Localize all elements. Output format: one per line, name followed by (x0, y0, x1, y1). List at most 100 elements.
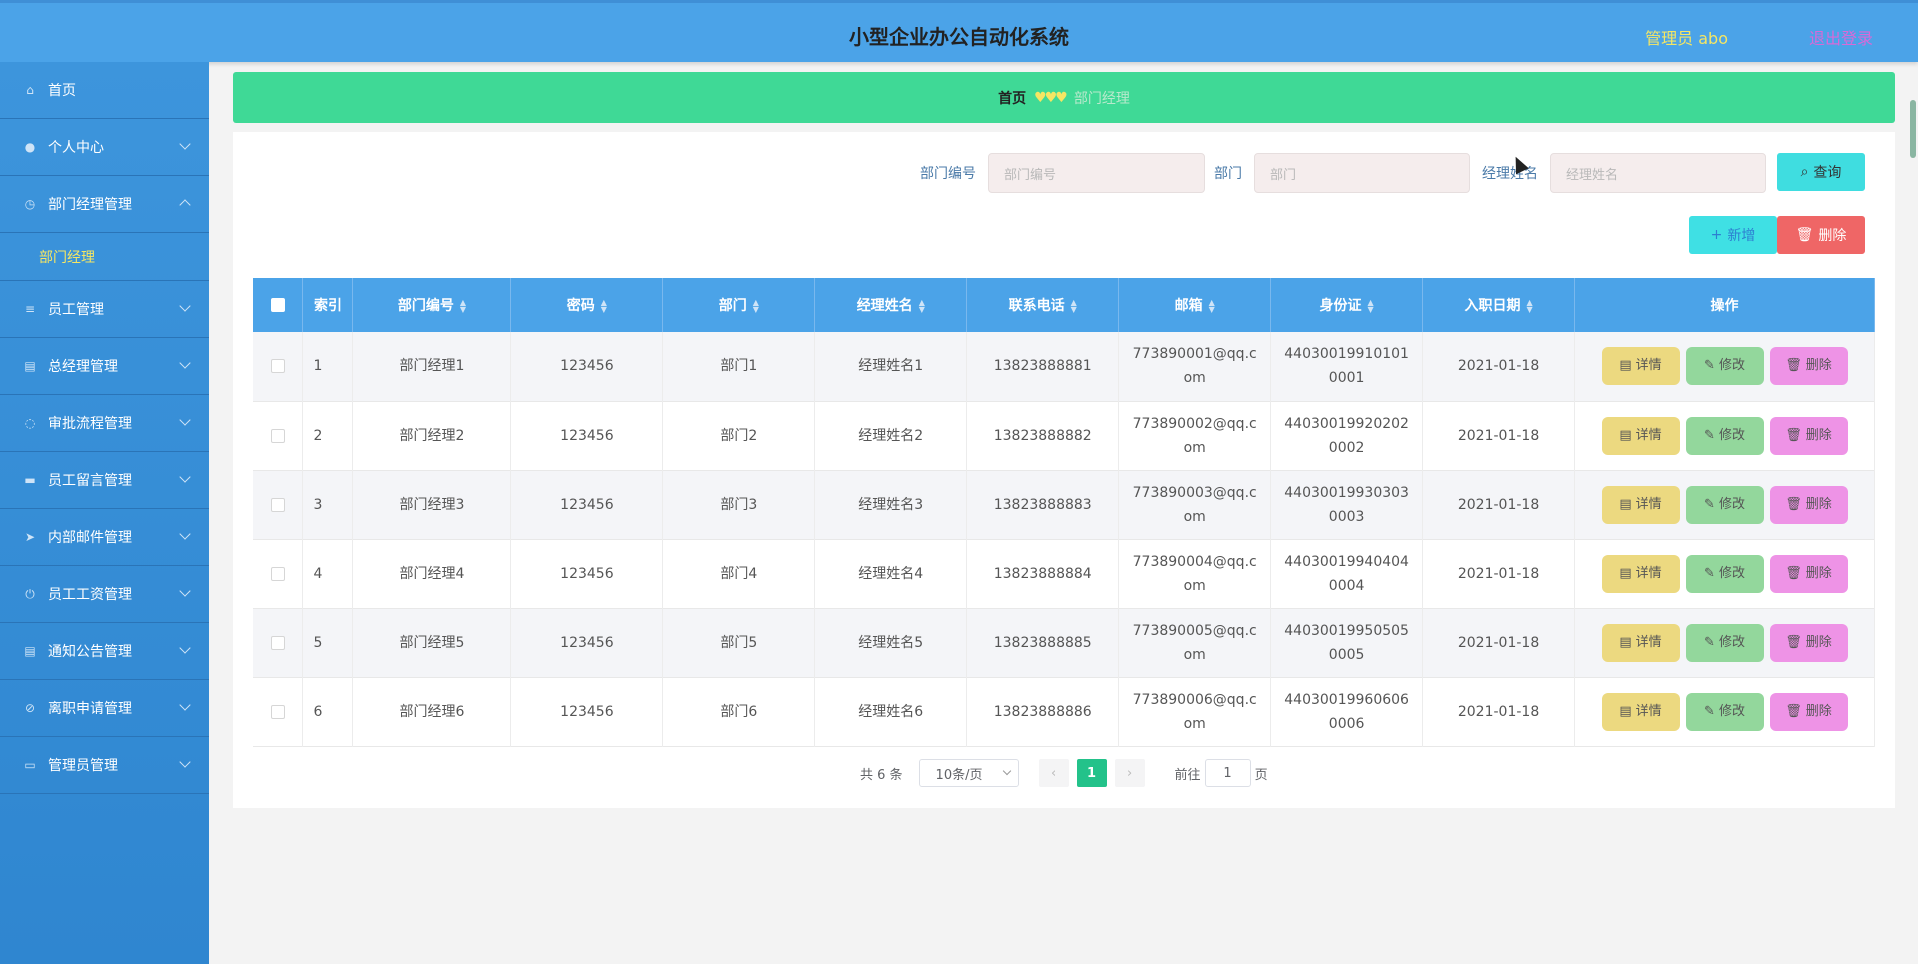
edit-button[interactable]: ✎ 修改 (1685, 485, 1764, 524)
detail-button[interactable]: ▤ 详情 (1601, 554, 1680, 593)
password-cell: 123456 (510, 401, 664, 470)
detail-button[interactable]: ▤ 详情 (1601, 416, 1680, 455)
query-button-label: 查询 (1813, 165, 1842, 181)
table-row: 4 部门经理4 123456 部门4 经理姓名4 13823888884 773890004… (253, 539, 1875, 608)
edit-button[interactable]: ✎ 修改 (1685, 692, 1764, 731)
sidebar-item[interactable]: ⌂ 首页 (0, 62, 209, 119)
logout-link[interactable]: 退出登录 (1809, 25, 1873, 49)
column-header-sortable[interactable]: 邮箱 ▲ ▼ (1118, 278, 1272, 332)
sidebar-item-label: 首页 (48, 83, 76, 99)
phone-cell: 13823888882 (966, 401, 1120, 470)
manager-input[interactable]: 经理姓名 (1550, 153, 1766, 193)
current-user: 管理员 abo (1645, 29, 1728, 48)
edit-button[interactable]: ✎ 修改 (1685, 554, 1764, 593)
page-size-select[interactable]: 10条/页 (918, 759, 1019, 787)
detail-button[interactable]: ▤ 详情 (1601, 485, 1680, 524)
sidebar-item[interactable]: ⊘ 离职申请管理 (0, 680, 209, 737)
detail-label: 详情 (1635, 565, 1662, 581)
sort-icon: ▲ ▼ (752, 298, 759, 314)
sidebar-subitem[interactable]: 部门经理 (0, 233, 209, 281)
sidebar-item-label: 内部邮件管理 (48, 530, 132, 546)
sidebar-item[interactable]: ⏻ 员工工资管理 (0, 566, 209, 623)
delete-button[interactable]: 🗑 删除 (1769, 485, 1848, 524)
sidebar-item[interactable]: ▭ 管理员管理 (0, 737, 209, 794)
column-header-sortable[interactable]: 密码 ▲ ▼ (510, 278, 664, 332)
column-header-sortable[interactable]: 身份证 ▲ ▼ (1270, 278, 1424, 332)
row-checkbox[interactable] (270, 428, 285, 443)
edit-button[interactable]: ✎ 修改 (1685, 347, 1764, 386)
column-header-label: 部门编号 (397, 298, 454, 314)
scrollbar-thumb[interactable] (1910, 100, 1916, 158)
actions-cell: ▤ 详情 ✎ 修改 🗑 删除 (1574, 401, 1875, 470)
column-header-sortable[interactable]: 入职日期 ▲ ▼ (1422, 278, 1576, 332)
chevron-down-icon (179, 357, 191, 369)
detail-button[interactable]: ▤ 详情 (1601, 692, 1680, 731)
pagination: 共 6 条 10条/页 ‹ 1 › 前往 1 页 (860, 759, 1268, 787)
delete-label: 删除 (1805, 703, 1832, 719)
sort-icon: ▲ ▼ (600, 298, 607, 314)
add-button[interactable]: + 新增 (1689, 216, 1777, 254)
sidebar-item[interactable]: ◌ 审批流程管理 (0, 395, 209, 452)
sidebar-item[interactable]: ➤ 内部邮件管理 (0, 509, 209, 566)
page-number-button[interactable]: 1 (1076, 759, 1107, 787)
index-cell: 6 (302, 677, 354, 746)
search-icon: ⌕ (1800, 164, 1809, 180)
column-header-label: 联系电话 (1008, 298, 1065, 314)
breadcrumb-home[interactable]: 首页 (998, 88, 1026, 108)
edit-button[interactable]: ✎ 修改 (1685, 416, 1764, 455)
column-header-sortable[interactable]: 联系电话 ▲ ▼ (966, 278, 1120, 332)
sidebar-item[interactable]: ▤ 总经理管理 (0, 338, 209, 395)
total-count: 共 6 条 (860, 767, 903, 783)
index-cell: 5 (302, 608, 354, 677)
goto-page-input[interactable]: 1 (1204, 759, 1251, 787)
date-cell: 2021-01-18 (1422, 401, 1576, 470)
pencil-icon: ✎ (1704, 703, 1715, 719)
delete-button[interactable]: 🗑 删除 (1769, 347, 1848, 386)
delete-button[interactable]: 🗑 删除 (1769, 623, 1848, 662)
row-checkbox[interactable] (270, 704, 285, 719)
delete-button[interactable]: 🗑 删除 (1769, 692, 1848, 731)
sidebar-item[interactable]: ▬ 员工留言管理 (0, 452, 209, 509)
column-header-sortable[interactable]: 部门编号 ▲ ▼ (352, 278, 512, 332)
edit-label: 修改 (1718, 565, 1745, 581)
column-header-sortable[interactable]: 经理姓名 ▲ ▼ (814, 278, 968, 332)
detail-label: 详情 (1635, 358, 1662, 374)
row-checkbox[interactable] (270, 497, 285, 512)
actions-cell: ▤ 详情 ✎ 修改 🗑 删除 (1574, 332, 1875, 401)
delete-button[interactable]: 🗑 删除 (1769, 416, 1848, 455)
table-row: 3 部门经理3 123456 部门3 经理姓名3 13823888883 773890003… (253, 470, 1875, 539)
batch-delete-button[interactable]: 🗑 删除 (1777, 216, 1865, 254)
select-all-checkbox[interactable] (270, 298, 285, 312)
dept-cell: 部门5 (662, 608, 816, 677)
detail-button[interactable]: ▤ 详情 (1601, 623, 1680, 662)
next-page-button[interactable]: › (1114, 759, 1145, 787)
dept-no-input[interactable]: 部门编号 (988, 153, 1205, 193)
column-header-label: 邮箱 (1174, 298, 1203, 314)
row-checkbox[interactable] (270, 359, 285, 374)
delete-label: 删除 (1805, 565, 1832, 581)
edit-label: 修改 (1718, 427, 1745, 443)
edit-button[interactable]: ✎ 修改 (1685, 623, 1764, 662)
sidebar-item[interactable]: ▤ 通知公告管理 (0, 623, 209, 680)
batch-delete-label: 删除 (1818, 228, 1847, 244)
row-checkbox[interactable] (270, 635, 285, 650)
prev-page-button[interactable]: ‹ (1038, 759, 1069, 787)
sidebar-item[interactable]: ● 个人中心 (0, 119, 209, 176)
id-card-cell: 440300199202020002 (1270, 401, 1424, 470)
detail-button[interactable]: ▤ 详情 (1601, 347, 1680, 386)
dept-cell: 部门4 (662, 539, 816, 608)
sidebar-item[interactable]: ≡ 员工管理 (0, 281, 209, 338)
query-button[interactable]: ⌕ 查询 (1777, 153, 1865, 191)
sidebar-item[interactable]: ◷ 部门经理管理 (0, 176, 209, 233)
row-select-cell (253, 401, 304, 470)
manager-cell: 经理姓名3 (814, 470, 968, 539)
document-icon: ▤ (1619, 427, 1632, 443)
table-row: 2 部门经理2 123456 部门2 经理姓名2 13823888882 773890002… (253, 401, 1875, 470)
sidebar-item-label: 个人中心 (48, 140, 104, 156)
row-checkbox[interactable] (270, 566, 285, 581)
dept-input[interactable]: 部门 (1254, 153, 1470, 193)
phone-cell: 13823888884 (966, 539, 1120, 608)
delete-button[interactable]: 🗑 删除 (1769, 554, 1848, 593)
column-header-sortable[interactable]: 部门 ▲ ▼ (662, 278, 816, 332)
home-icon: ⌂ (26, 83, 34, 97)
